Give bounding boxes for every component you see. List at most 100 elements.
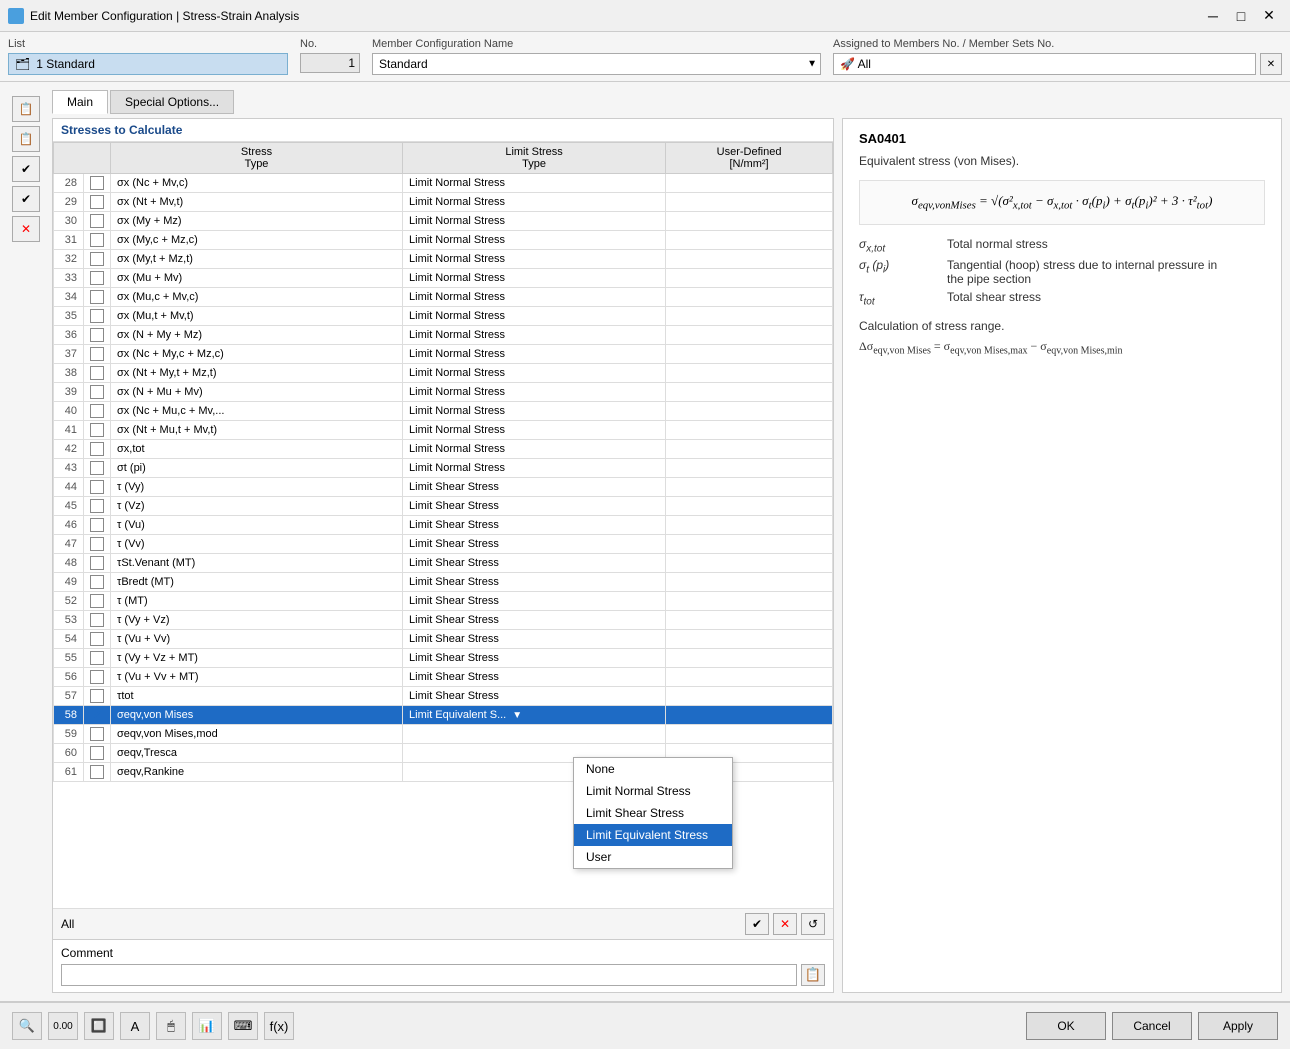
dropdown-option-none[interactable]: None (574, 758, 732, 780)
table-row[interactable]: 28σx (Nc + Mv,c)Limit Normal Stress (54, 174, 833, 193)
pointer-tool[interactable]: 🖱 (156, 1012, 186, 1040)
row-checkbox[interactable] (84, 763, 111, 782)
table-row[interactable]: 52τ (MT)Limit Shear Stress (54, 592, 833, 611)
dropdown-option-shear[interactable]: Limit Shear Stress (574, 802, 732, 824)
row-checkbox[interactable] (84, 459, 111, 478)
limit-dropdown-trigger[interactable]: Limit Equivalent S... ▼ (409, 709, 659, 721)
table-row[interactable]: 55τ (Vy + Vz + MT)Limit Shear Stress (54, 649, 833, 668)
row-checkbox[interactable] (84, 592, 111, 611)
table-row[interactable]: 29σx (Nt + Mv,t)Limit Normal Stress (54, 193, 833, 212)
table-row[interactable]: 34σx (Mu,c + Mv,c)Limit Normal Stress (54, 288, 833, 307)
table-row[interactable]: 30σx (My + Mz)Limit Normal Stress (54, 212, 833, 231)
row-checkbox[interactable] (84, 288, 111, 307)
row-checkbox[interactable] (84, 402, 111, 421)
maximize-button[interactable]: □ (1228, 5, 1254, 27)
formula-tool[interactable]: f(x) (264, 1012, 294, 1040)
row-checkbox[interactable] (84, 611, 111, 630)
symbol-tool[interactable]: ⌨ (228, 1012, 258, 1040)
comment-input[interactable] (61, 964, 797, 986)
table-row[interactable]: 58✔σeqv,von Mises Limit Equivalent S... … (54, 706, 833, 725)
accept2-button[interactable]: ✔ (12, 186, 40, 212)
table-row[interactable]: 59σeqv,von Mises,mod (54, 725, 833, 744)
table-row[interactable]: 33σx (Mu + Mv)Limit Normal Stress (54, 269, 833, 288)
new-button[interactable]: 📋 (12, 96, 40, 122)
minimize-button[interactable]: ─ (1200, 5, 1226, 27)
comment-action-button[interactable]: 📋 (801, 964, 825, 986)
dropdown-option-user[interactable]: User (574, 846, 732, 868)
row-checkbox[interactable] (84, 630, 111, 649)
dropdown-option-normal[interactable]: Limit Normal Stress (574, 780, 732, 802)
row-checkbox[interactable]: ✔ (84, 706, 111, 725)
row-checkbox[interactable] (84, 649, 111, 668)
reset-button[interactable]: ↺ (801, 913, 825, 935)
apply-button[interactable]: Apply (1198, 1012, 1278, 1040)
row-checkbox[interactable] (84, 687, 111, 706)
limit-stress-cell[interactable]: Limit Equivalent S... ▼ (403, 706, 666, 725)
row-checkbox[interactable] (84, 668, 111, 687)
name-select[interactable]: Standard (372, 53, 821, 75)
table-row[interactable]: 54τ (Vu + Vv)Limit Shear Stress (54, 630, 833, 649)
row-checkbox[interactable] (84, 573, 111, 592)
row-checkbox[interactable] (84, 174, 111, 193)
table-row[interactable]: 57τtotLimit Shear Stress (54, 687, 833, 706)
row-checkbox[interactable] (84, 231, 111, 250)
assigned-input[interactable] (833, 53, 1256, 75)
row-checkbox[interactable] (84, 345, 111, 364)
table-row[interactable]: 40σx (Nc + Mu,c + Mv,...Limit Normal Str… (54, 402, 833, 421)
row-checkbox[interactable] (84, 554, 111, 573)
table-row[interactable]: 41σx (Nt + Mu,t + Mv,t)Limit Normal Stre… (54, 421, 833, 440)
table-row[interactable]: 49τBredt (MT)Limit Shear Stress (54, 573, 833, 592)
text-tool[interactable]: A (120, 1012, 150, 1040)
limit-type-dropdown[interactable]: None Limit Normal Stress Limit Shear Str… (573, 757, 733, 869)
row-checkbox[interactable] (84, 478, 111, 497)
row-checkbox[interactable] (84, 440, 111, 459)
tab-main[interactable]: Main (52, 90, 108, 114)
table-row[interactable]: 39σx (N + Mu + Mv)Limit Normal Stress (54, 383, 833, 402)
table-row[interactable]: 53τ (Vy + Vz)Limit Shear Stress (54, 611, 833, 630)
row-checkbox[interactable] (84, 212, 111, 231)
value-tool[interactable]: 0.00 (48, 1012, 78, 1040)
ok-button[interactable]: OK (1026, 1012, 1106, 1040)
cancel-button[interactable]: Cancel (1112, 1012, 1192, 1040)
uncheck-all-button[interactable]: ✕ (773, 913, 797, 935)
zoom-tool[interactable]: 🔍 (12, 1012, 42, 1040)
close-button[interactable]: ✕ (1256, 5, 1282, 27)
stress-table-wrap[interactable]: StressType Limit StressType User-Defined… (53, 142, 833, 908)
table-row[interactable]: 38σx (Nt + My,t + Mz,t)Limit Normal Stre… (54, 364, 833, 383)
table-row[interactable]: 46τ (Vu)Limit Shear Stress (54, 516, 833, 535)
row-checkbox[interactable] (84, 364, 111, 383)
table-row[interactable]: 32σx (My,t + Mz,t)Limit Normal Stress (54, 250, 833, 269)
delete-button[interactable]: ✕ (12, 216, 40, 242)
dropdown-option-equivalent[interactable]: Limit Equivalent Stress (574, 824, 732, 846)
table-row[interactable]: 37σx (Nc + My,c + Mz,c)Limit Normal Stre… (54, 345, 833, 364)
table-row[interactable]: 31σx (My,c + Mz,c)Limit Normal Stress (54, 231, 833, 250)
row-checkbox[interactable] (84, 269, 111, 288)
list-item[interactable]: 🗂 1 Standard (8, 53, 288, 75)
row-checkbox[interactable] (84, 725, 111, 744)
no-input[interactable] (300, 53, 360, 73)
table-row[interactable]: 35σx (Mu,t + Mv,t)Limit Normal Stress (54, 307, 833, 326)
table-row[interactable]: 44τ (Vy)Limit Shear Stress (54, 478, 833, 497)
table-row[interactable]: 56τ (Vu + Vv + MT)Limit Shear Stress (54, 668, 833, 687)
check-all-button[interactable]: ✔ (745, 913, 769, 935)
chart-tool[interactable]: 📊 (192, 1012, 222, 1040)
row-checkbox[interactable] (84, 326, 111, 345)
row-checkbox[interactable] (84, 744, 111, 763)
table-row[interactable]: 43σt (pi)Limit Normal Stress (54, 459, 833, 478)
table-row[interactable]: 42σx,totLimit Normal Stress (54, 440, 833, 459)
row-checkbox[interactable] (84, 383, 111, 402)
row-checkbox[interactable] (84, 193, 111, 212)
tab-special-options[interactable]: Special Options... (110, 90, 234, 114)
row-checkbox[interactable] (84, 516, 111, 535)
copy-button[interactable]: 📋 (12, 126, 40, 152)
row-checkbox[interactable] (84, 497, 111, 516)
table-row[interactable]: 48τSt.Venant (MT)Limit Shear Stress (54, 554, 833, 573)
view-tool[interactable]: 🔲 (84, 1012, 114, 1040)
table-row[interactable]: 45τ (Vz)Limit Shear Stress (54, 497, 833, 516)
row-checkbox[interactable] (84, 421, 111, 440)
row-checkbox[interactable] (84, 250, 111, 269)
row-checkbox[interactable] (84, 307, 111, 326)
accept-button[interactable]: ✔ (12, 156, 40, 182)
assigned-action-button[interactable]: ✕ (1260, 53, 1282, 75)
table-row[interactable]: 36σx (N + My + Mz)Limit Normal Stress (54, 326, 833, 345)
